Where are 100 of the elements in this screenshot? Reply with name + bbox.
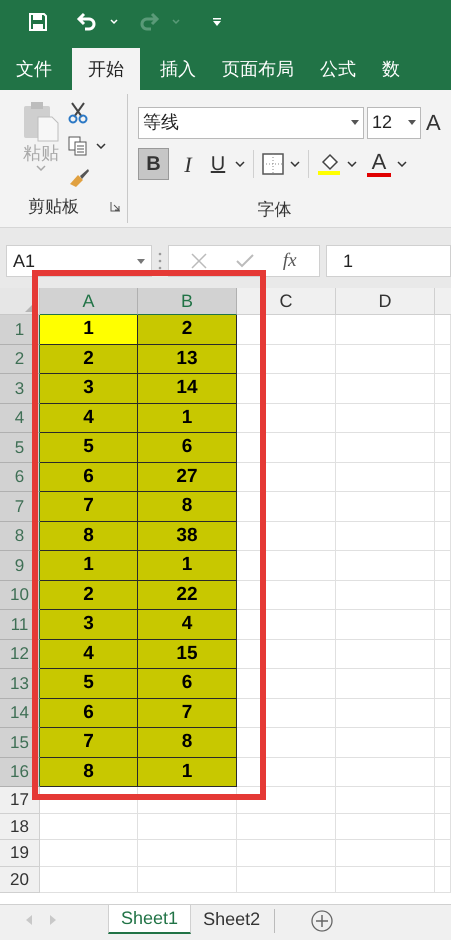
empty-cell: [435, 640, 451, 669]
bold-button[interactable]: B: [138, 148, 169, 180]
table-cell: 2: [40, 580, 138, 610]
table-cell: 27: [138, 462, 237, 492]
dialog-launcher-icon[interactable]: [110, 200, 121, 212]
save-icon[interactable]: [28, 12, 48, 32]
paste-icon: [22, 100, 60, 142]
table-cell: 1: [40, 315, 138, 344]
table-cell: 3: [40, 610, 138, 640]
empty-cell: [435, 344, 451, 374]
empty-cell: [435, 522, 451, 551]
table-cell: 14: [138, 374, 237, 404]
add-sheet-icon[interactable]: [311, 910, 334, 932]
table-cell: 8: [40, 522, 138, 551]
empty-cell: [435, 610, 451, 640]
table-cell: 22: [138, 580, 237, 610]
table-cell: 6: [40, 462, 138, 492]
table-cell: 5: [40, 669, 138, 698]
empty-cell: [435, 728, 451, 758]
redo-icon: [138, 12, 160, 32]
caret-icon: [36, 164, 46, 170]
column-header[interactable]: C: [237, 288, 336, 315]
empty-cell: [435, 787, 451, 814]
table-cell: 2: [138, 315, 237, 344]
table-cell: 2: [40, 344, 138, 374]
fill-bucket-icon[interactable]: [317, 152, 341, 176]
caret-icon[interactable]: [290, 161, 300, 167]
italic-button[interactable]: I: [175, 148, 201, 180]
row-header[interactable]: 20: [0, 866, 40, 893]
ribbon-tab[interactable]: 数: [376, 48, 406, 90]
borders-icon[interactable]: [262, 153, 284, 175]
table-cell: 4: [40, 404, 138, 433]
empty-cell: [435, 669, 451, 698]
ribbon-tab[interactable]: 公式: [314, 48, 362, 90]
group-label: 字体: [258, 198, 292, 220]
table-cell: 13: [138, 344, 237, 374]
ribbon-tab[interactable]: 插入: [154, 48, 202, 90]
underline-button[interactable]: U: [207, 148, 229, 180]
table-cell: 6: [138, 433, 237, 462]
row-header[interactable]: 19: [0, 840, 40, 866]
table-cell: 6: [40, 698, 138, 728]
grip-icon[interactable]: [158, 252, 162, 270]
empty-cell: [435, 492, 451, 522]
table-cell: 1: [138, 551, 237, 580]
column-header[interactable]: A: [40, 288, 138, 315]
empty-cell: [435, 866, 451, 893]
ribbon-tab[interactable]: 页面布局: [216, 48, 300, 90]
table-cell: 38: [138, 522, 237, 551]
group-label: 剪贴板: [28, 196, 79, 218]
table-cell: 8: [40, 758, 138, 787]
empty-cell: [435, 814, 451, 840]
caret-icon[interactable]: [235, 161, 245, 167]
caret-icon: [172, 19, 180, 25]
brush-icon[interactable]: [68, 168, 90, 188]
customize-icon[interactable]: [212, 17, 222, 27]
table-cell: 4: [40, 640, 138, 669]
table-cell: 7: [40, 728, 138, 758]
sheet-tab[interactable]: Sheet1: [108, 905, 192, 934]
insert-function-button[interactable]: fx: [282, 246, 297, 276]
undo-icon[interactable]: [76, 12, 98, 32]
column-header[interactable]: B: [138, 288, 237, 315]
empty-cell: [435, 374, 451, 404]
empty-cell: [435, 758, 451, 787]
caret-icon[interactable]: [351, 120, 359, 125]
caret-icon[interactable]: [96, 143, 106, 149]
copy-icon[interactable]: [68, 136, 88, 156]
caret-icon[interactable]: [408, 120, 416, 125]
table-cell: 8: [138, 728, 237, 758]
font-name-field[interactable]: 等线: [138, 106, 364, 138]
table-cell: 4: [138, 610, 237, 640]
empty-cell: [435, 462, 451, 492]
sheet-tab[interactable]: Sheet2: [191, 905, 272, 934]
font-size-field[interactable]: 12: [367, 106, 421, 138]
table-cell: 7: [138, 698, 237, 728]
row-header[interactable]: 17: [0, 787, 40, 814]
caret-icon[interactable]: [347, 161, 357, 167]
empty-cell: [435, 698, 451, 728]
caret-icon[interactable]: [397, 161, 407, 167]
table-cell: 1: [40, 551, 138, 580]
font-color-button[interactable]: A: [367, 151, 391, 177]
formula-field[interactable]: 1: [326, 245, 451, 277]
row-header[interactable]: 18: [0, 814, 40, 840]
table-cell: 15: [138, 640, 237, 669]
table-cell: 7: [40, 492, 138, 522]
table-cell: 1: [138, 404, 237, 433]
table-cell: 5: [40, 433, 138, 462]
empty-cell: [435, 580, 451, 610]
empty-cell: [435, 840, 451, 866]
empty-cell: [435, 551, 451, 580]
ribbon-tab[interactable]: 文件: [10, 48, 58, 90]
empty-cell: [435, 433, 451, 462]
table-cell: 8: [138, 492, 237, 522]
column-header[interactable]: D: [336, 288, 435, 315]
table-cell: 6: [138, 669, 237, 698]
table-cell: 1: [138, 758, 237, 787]
empty-cell: [435, 404, 451, 433]
table-cell: 3: [40, 374, 138, 404]
ribbon-tab[interactable]: 开始: [72, 48, 140, 90]
grow-font-button[interactable]: A: [426, 106, 441, 139]
scissors-icon[interactable]: [68, 102, 88, 124]
